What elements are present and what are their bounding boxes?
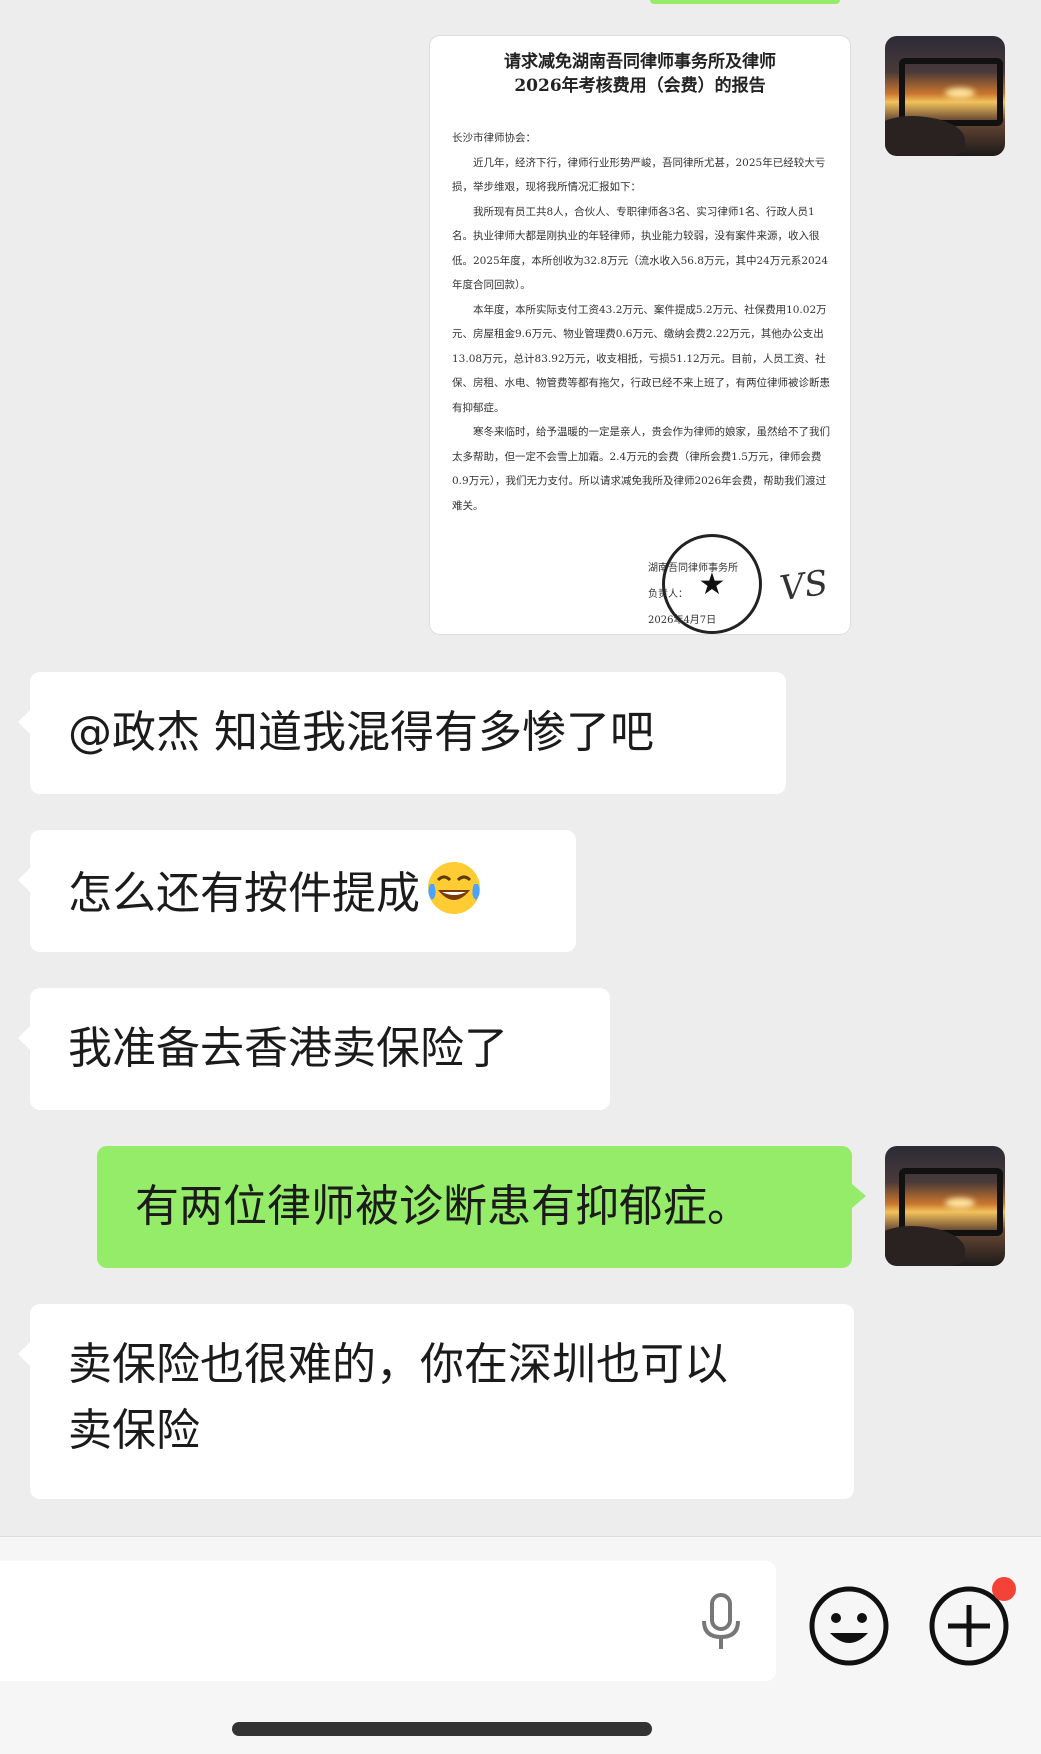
official-seal-icon: ★	[662, 534, 762, 634]
message-bubble-other[interactable]: 卖保险也很难的，你在深圳也可以 卖保险	[18, 1304, 854, 1499]
document-title-line1: 请求减免湖南吾同律师事务所及律师	[504, 52, 776, 72]
home-indicator[interactable]	[232, 1722, 652, 1736]
chat-input-bar	[0, 1536, 1041, 1754]
message-bubble-self[interactable]: 有两位律师被诊断患有抑郁症。	[97, 1146, 866, 1268]
message-bubble-other[interactable]: 我准备去香港卖保险了	[18, 988, 610, 1110]
document-salutation: 长沙市律师协会：	[452, 132, 536, 144]
document-paragraph: 我所现有员工共8人，合伙人、专职律师各3名、实习律师1名、行政人员1名。执业律师…	[452, 205, 829, 292]
message-text-line: 卖保险	[68, 1405, 200, 1456]
tears-of-joy-emoji-icon	[424, 858, 484, 918]
document-paragraph: 近几年，经济下行，律师行业形势严峻，吾同律所尤甚，2025年已经较大亏损，举步维…	[452, 156, 826, 194]
emoji-icon[interactable]	[808, 1585, 890, 1667]
document-title: 请求减免湖南吾同律师事务所及律师 2026年考核费用（会费）的报告	[430, 50, 850, 98]
self-avatar[interactable]	[885, 1146, 1005, 1266]
handwritten-signature: VS	[777, 562, 831, 610]
document-title-line2: 2026年考核费用（会费）的报告	[514, 76, 766, 96]
message-text: 怎么还有按件提成	[68, 868, 420, 919]
document-paragraph: 寒冬来临时，给予温暖的一定是亲人，贵会作为律师的娘家，虽然给不了我们太多帮助，但…	[452, 426, 830, 512]
self-avatar[interactable]	[885, 36, 1005, 156]
document-paragraph: 本年度，本所实际支付工资43.2万元、案件提成5.2万元、社保费用10.02万元…	[452, 303, 830, 414]
message-text-line: 卖保险也很难的，你在深圳也可以	[68, 1339, 728, 1390]
notification-dot	[992, 1577, 1016, 1601]
message-bubble-other[interactable]: @政杰 知道我混得有多惨了吧	[18, 672, 786, 794]
document-body: 长沙市律师协会： 近几年，经济下行，律师行业形势严峻，吾同律所尤甚，2025年已…	[452, 126, 832, 518]
message-text: @政杰 知道我混得有多惨了吧	[68, 707, 654, 758]
message-bubble-other[interactable]: 怎么还有按件提成	[18, 830, 576, 952]
message-text: 我准备去香港卖保险了	[68, 1023, 508, 1074]
previous-message-edge	[650, 0, 840, 4]
message-text: 有两位律师被诊断患有抑郁症。	[135, 1181, 751, 1232]
microphone-icon[interactable]	[698, 1593, 744, 1653]
document-image-message[interactable]: 请求减免湖南吾同律师事务所及律师 2026年考核费用（会费）的报告 长沙市律师协…	[430, 36, 850, 634]
message-input[interactable]	[0, 1561, 776, 1681]
